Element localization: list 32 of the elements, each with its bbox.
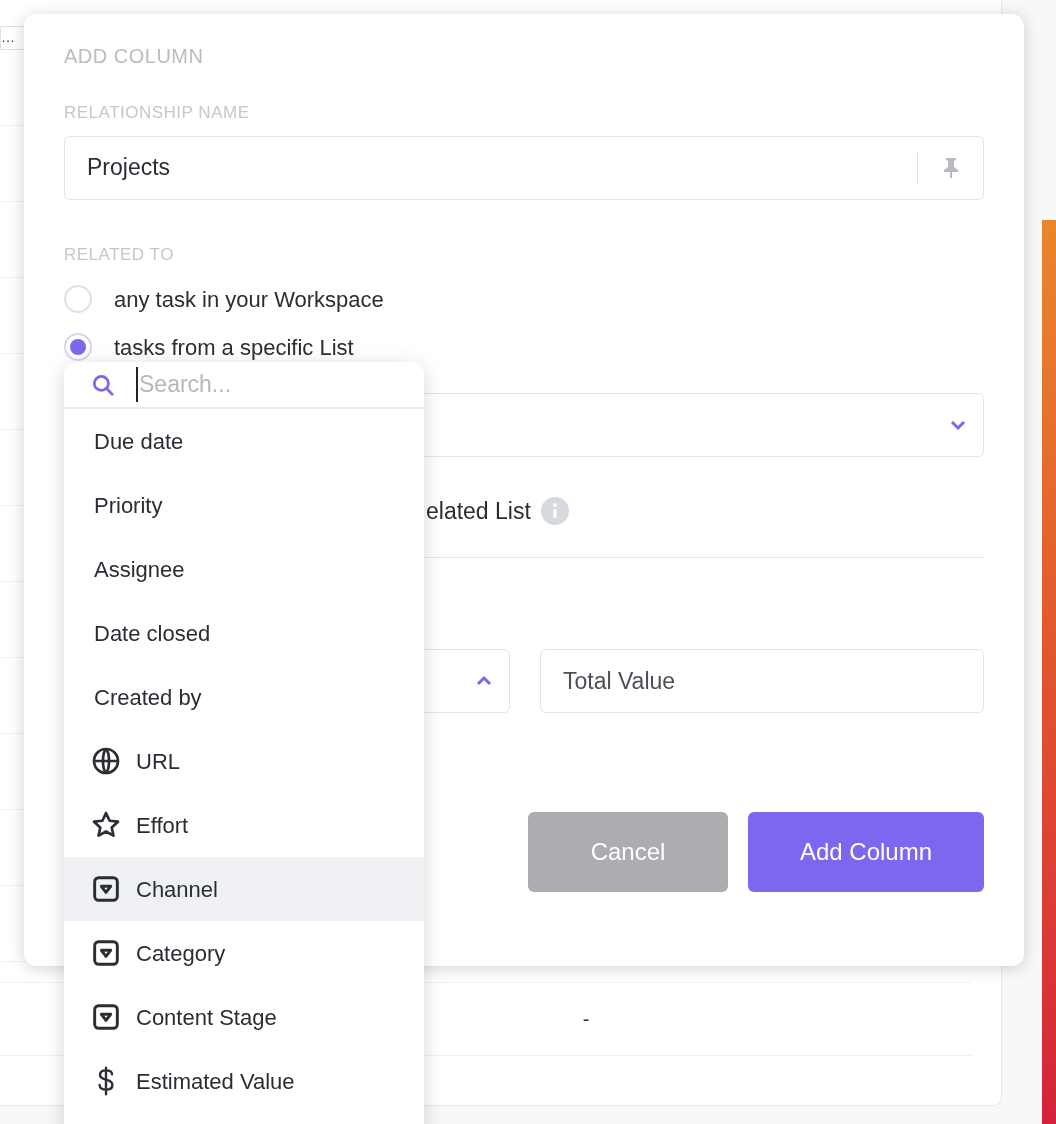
info-icon[interactable] <box>540 497 569 525</box>
relationship-name-field[interactable]: Projects <box>64 135 984 200</box>
add-column-button[interactable]: Add Column <box>748 812 984 892</box>
menu-item[interactable]: Priority <box>64 473 424 537</box>
pin-icon[interactable] <box>942 156 960 179</box>
chevron-up-icon <box>475 675 493 687</box>
menu-item[interactable]: Category <box>64 921 424 985</box>
radio-label: tasks from a specific List <box>114 333 354 362</box>
radio-label: any task in your Workspace <box>114 285 384 314</box>
menu-item[interactable]: Content Stage <box>64 985 424 1049</box>
dropdown-field-icon <box>90 937 122 969</box>
field-label: RELATIONSHIP NAME <box>64 102 251 124</box>
table-cell-text: - <box>582 1007 590 1032</box>
option-label: elated List <box>426 496 531 526</box>
menu-item[interactable]: Date closed <box>64 601 424 665</box>
menu-item[interactable]: Assignee <box>64 537 424 601</box>
search-field[interactable]: Search... <box>136 367 356 402</box>
dialog-title: ADD COLUMN <box>64 44 205 68</box>
menu-item[interactable]: Channel <box>64 857 424 921</box>
menu-item[interactable]: Effort <box>64 793 424 857</box>
menu-item[interactable]: Estimated Value <box>64 1049 424 1113</box>
chevron-down-icon <box>949 419 967 431</box>
column-name-field[interactable]: Total Value <box>540 649 984 713</box>
radio-button[interactable] <box>64 333 92 361</box>
globe-icon <box>90 745 122 777</box>
menu-item[interactable]: Created by <box>64 665 424 729</box>
radio-button[interactable] <box>64 285 92 313</box>
menu-item[interactable]: URL <box>64 729 424 793</box>
field-label: RELATED TO <box>64 243 175 266</box>
menu-item[interactable]: Due date <box>64 409 424 473</box>
dropdown-field-icon <box>90 1001 122 1033</box>
dropdown-field-icon <box>90 873 122 905</box>
